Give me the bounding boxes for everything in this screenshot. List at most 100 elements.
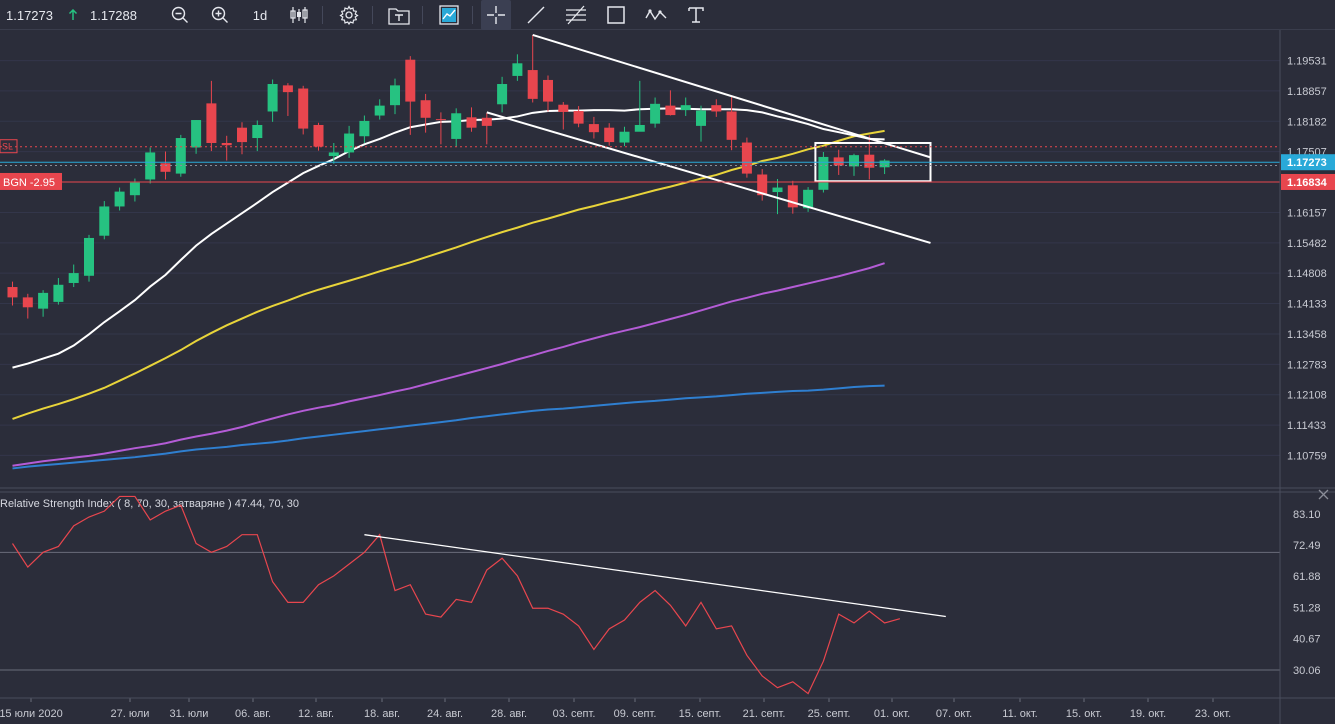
candle	[619, 126, 630, 147]
candle	[849, 153, 859, 176]
candle	[405, 56, 416, 135]
candle-body	[634, 124, 645, 132]
candle	[451, 108, 462, 147]
rectangle-icon[interactable]	[601, 0, 631, 30]
candle	[680, 97, 691, 116]
candle-body	[22, 297, 33, 308]
candle	[435, 112, 446, 145]
price-axis-tick: 1.14133	[1287, 299, 1327, 311]
candle-body	[267, 84, 278, 112]
candle-body	[466, 117, 477, 128]
candle-body	[849, 155, 859, 167]
time-axis-tick: 18. авг.	[364, 708, 400, 720]
rsi-axis-tick: 40.67	[1293, 634, 1321, 646]
gear-icon[interactable]	[334, 0, 364, 30]
time-axis-tick: 19. окт.	[1130, 708, 1166, 720]
time-axis-tick: 09. септ.	[614, 708, 657, 720]
template-icon[interactable]	[384, 0, 414, 30]
candle-body	[543, 79, 553, 102]
indicators-icon[interactable]	[434, 0, 464, 30]
candle	[22, 293, 33, 319]
rsi-axis-tick: 61.88	[1293, 571, 1321, 583]
candle	[650, 97, 661, 128]
chart-toolbar: 1.17273 1.17288 1d	[0, 0, 1335, 30]
candle-body	[282, 85, 293, 93]
candle	[741, 137, 752, 178]
bid-price: 1.17273	[6, 7, 53, 23]
fibonacci-icon[interactable]	[561, 0, 591, 30]
candle	[696, 105, 706, 142]
time-axis-tick: 11. окт.	[1002, 708, 1037, 720]
candle-body	[481, 117, 492, 126]
time-axis-tick: 25. септ.	[808, 708, 851, 720]
time-axis-tick: 31. юли	[170, 708, 209, 720]
candle-body	[344, 133, 355, 153]
zoom-out-icon[interactable]	[165, 0, 195, 30]
position-label-text: BGN -2.95	[3, 177, 55, 189]
chart-area[interactable]: BGN -2.95 SL 1.19531 1.18857 1.18182 1.17507…	[0, 30, 1335, 724]
time-axis-tick: 12. авг.	[298, 708, 334, 720]
candle-body	[619, 131, 630, 143]
price-axis-tick: 1.15482	[1287, 238, 1327, 250]
candle-body	[696, 110, 706, 126]
candle	[191, 120, 202, 154]
candle-body	[573, 111, 584, 124]
candle-body	[68, 273, 79, 283]
candle	[114, 187, 125, 211]
timeframe-button[interactable]: 1d	[245, 0, 275, 30]
candle	[665, 90, 676, 116]
time-axis-tick: 03. септ.	[553, 708, 596, 720]
text-tool-icon[interactable]	[681, 0, 711, 30]
candle	[558, 102, 569, 130]
ma20-line	[12, 107, 885, 369]
candle	[757, 169, 768, 201]
candle-body	[38, 292, 49, 309]
candle-body	[711, 105, 722, 112]
time-axis-tick: 23. окт.	[1195, 708, 1231, 720]
wave-icon[interactable]	[641, 0, 671, 30]
candle-body	[313, 124, 324, 147]
candle	[818, 151, 829, 193]
candle-body	[53, 284, 64, 302]
arrow-up-icon	[66, 0, 80, 30]
price-badge-text: 1.17273	[1287, 157, 1327, 169]
candle-body	[206, 103, 217, 143]
candle	[267, 79, 278, 122]
candle-body	[405, 59, 416, 102]
candle	[7, 281, 18, 306]
time-axis-tick: 28. авг.	[491, 708, 527, 720]
candlestick-icon[interactable]	[284, 0, 314, 30]
candle	[221, 135, 232, 161]
time-axis-tick: 15. септ.	[679, 708, 722, 720]
candle	[864, 135, 875, 180]
candle-body	[7, 287, 18, 298]
candle	[726, 97, 737, 151]
time-axis-tick: 15 юли 2020	[0, 708, 63, 720]
stop-loss-label[interactable]: SL	[0, 139, 18, 154]
candle-body	[420, 100, 431, 118]
candle	[420, 93, 431, 133]
candle-body	[252, 124, 263, 139]
price-axis-tick: 1.12108	[1287, 390, 1327, 402]
trend-line-icon[interactable]	[521, 0, 551, 30]
candle	[390, 78, 400, 115]
candle-body	[497, 84, 508, 105]
candle	[359, 115, 370, 143]
candle	[68, 264, 79, 288]
candle-body	[435, 119, 446, 121]
candle	[543, 75, 553, 112]
candle-body	[833, 157, 844, 166]
price-axis-tick: 1.12783	[1287, 359, 1327, 371]
candle	[787, 180, 798, 214]
price-chart[interactable]: BGN -2.95SL 1.195311.188571.181821.17507…	[0, 30, 1335, 724]
crosshair-icon[interactable]	[481, 0, 511, 30]
close-icon[interactable]	[1318, 489, 1329, 500]
candle-body	[298, 88, 309, 129]
position-label[interactable]: BGN -2.95	[0, 172, 62, 190]
price-axis-tick: 1.18182	[1287, 116, 1327, 128]
zoom-in-icon[interactable]	[205, 0, 235, 30]
candle	[879, 159, 890, 175]
candle-body	[237, 127, 247, 143]
price-axis-tick: 1.11433	[1287, 420, 1326, 432]
candle-body	[726, 111, 737, 140]
